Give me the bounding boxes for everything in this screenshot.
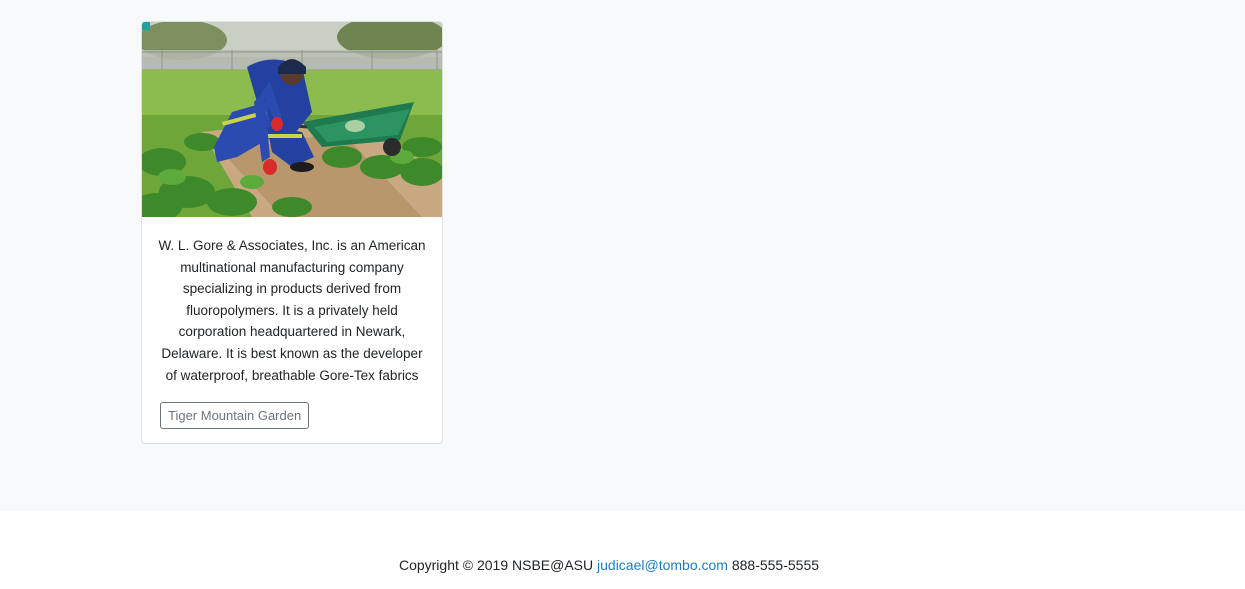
card-body: W. L. Gore & Associates, Inc. is an Amer…: [142, 217, 442, 430]
card-description: W. L. Gore & Associates, Inc. is an Amer…: [158, 238, 426, 383]
copyright-text: Copyright © 2019 NSBE@ASU: [398, 557, 594, 573]
garden-link-button[interactable]: Tiger Mountain Garden: [160, 402, 310, 430]
page: W. L. Gore & Associates, Inc. is an Amer…: [0, 0, 1245, 589]
footer-text: Copyright © 2019 NSBE@ASU judicael@tombo…: [0, 556, 1218, 574]
phone-number: 888-555-5555: [731, 557, 820, 573]
main-content: W. L. Gore & Associates, Inc. is an Amer…: [0, 0, 1245, 511]
email-link[interactable]: judicael@tombo.com: [597, 557, 728, 573]
card-image: [142, 22, 442, 217]
footer: Copyright © 2019 NSBE@ASU judicael@tombo…: [0, 511, 1245, 589]
garden-card: W. L. Gore & Associates, Inc. is an Amer…: [141, 21, 443, 444]
